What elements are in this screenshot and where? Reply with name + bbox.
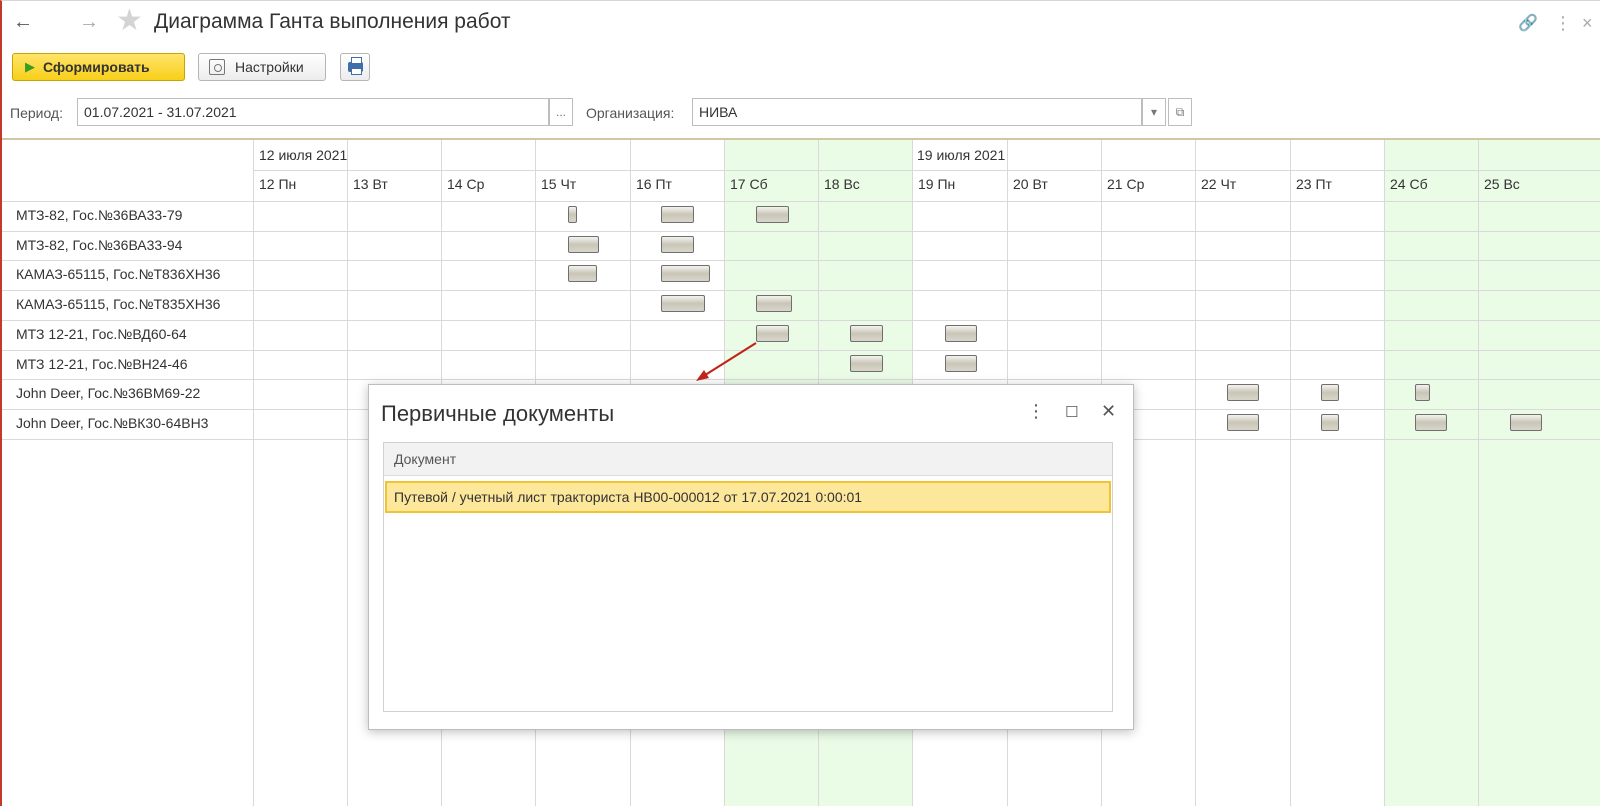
gantt-bar[interactable] [945, 355, 977, 372]
gantt-bar[interactable] [661, 236, 694, 253]
gantt-bar[interactable] [1321, 414, 1339, 431]
close-icon[interactable]: × [1582, 13, 1593, 34]
grid-line [2, 379, 1600, 380]
grid-line [1384, 139, 1385, 806]
app-window: ← → ★ Диаграмма Ганта выполнения работ 🔗… [0, 0, 1600, 806]
settings-icon [209, 59, 225, 75]
vehicle-row-label: МТЗ-82, Гос.№36ВА33-94 [16, 237, 183, 253]
gantt-bar[interactable] [1415, 414, 1447, 431]
gantt-bar[interactable] [756, 325, 789, 342]
gantt-bar[interactable] [661, 295, 705, 312]
grid-line [2, 320, 1600, 321]
organization-field[interactable]: НИВА [692, 98, 1142, 126]
gantt-bar[interactable] [756, 206, 789, 223]
link-icon[interactable]: 🔗 [1518, 13, 1538, 33]
page-title: Диаграмма Ганта выполнения работ [154, 10, 511, 33]
period-select-button[interactable]: ... [549, 98, 573, 126]
day-header: 16 Пт [636, 176, 672, 192]
organization-label: Организация: [586, 105, 675, 121]
gantt-bar[interactable] [945, 325, 977, 342]
generate-button-label: Сформировать [43, 59, 150, 75]
vehicle-row-label: МТЗ 12-21, Гос.№ВН24-46 [16, 356, 188, 372]
forward-icon[interactable]: → [78, 10, 100, 34]
day-header: 24 Сб [1390, 176, 1428, 192]
day-header: 23 Пт [1296, 176, 1332, 192]
gantt-bar[interactable] [756, 295, 792, 312]
grid-line [2, 201, 1600, 202]
week-header: 19 июля 2021 [917, 147, 1006, 163]
table-row[interactable]: Путевой / учетный лист тракториста НВ00-… [385, 481, 1111, 513]
grid-line [2, 260, 1600, 261]
gantt-bar[interactable] [568, 265, 597, 282]
dialog-close-icon[interactable]: ✕ [1101, 401, 1116, 422]
favorite-star-icon[interactable]: ★ [116, 6, 143, 36]
day-header: 21 Ср [1107, 176, 1145, 192]
day-header: 15 Чт [541, 176, 577, 192]
organization-open-icon[interactable]: ⧉ [1168, 98, 1192, 126]
column-header-document[interactable]: Документ [384, 443, 1112, 476]
vehicle-row-label: John Deer, Гос.№ВК30-64ВН3 [16, 415, 209, 431]
grid-line [1290, 139, 1291, 806]
printer-icon [348, 57, 363, 75]
vehicle-row-label: КАМАЗ-65115, Гос.№Т836ХН36 [16, 266, 221, 282]
vehicle-row-label: МТЗ 12-21, Гос.№ВД60-64 [16, 326, 187, 342]
grid-line [2, 290, 1600, 291]
back-icon[interactable]: ← [12, 10, 34, 34]
period-label: Период: [10, 105, 63, 121]
gantt-bar[interactable] [568, 236, 599, 253]
grid-line [2, 350, 1600, 351]
play-icon: ▶ [25, 59, 35, 74]
gantt-bar[interactable] [1227, 384, 1259, 401]
documents-table: Документ Путевой / учетный лист трактори… [383, 442, 1113, 712]
gantt-bar[interactable] [661, 206, 694, 223]
grid-line [253, 170, 1600, 171]
gantt-bar[interactable] [850, 325, 883, 342]
gantt-bar[interactable] [1321, 384, 1339, 401]
day-header: 13 Вт [353, 176, 388, 192]
day-header: 19 Пн [918, 176, 956, 192]
gantt-bar[interactable] [661, 265, 710, 282]
pointer-arrow-icon [696, 342, 757, 381]
settings-button-label: Настройки [235, 59, 304, 75]
week-header: 12 июля 2021 [259, 147, 348, 163]
grid-line [2, 139, 1600, 140]
day-header: 18 Вс [824, 176, 860, 192]
grid-line [1195, 139, 1196, 806]
grid-line [2, 231, 1600, 232]
gantt-bar[interactable] [1227, 414, 1259, 431]
print-button[interactable] [340, 53, 370, 81]
day-header: 12 Пн [259, 176, 297, 192]
gantt-bar[interactable] [1415, 384, 1430, 401]
gantt-bar[interactable] [1510, 414, 1542, 431]
gantt-bar[interactable] [568, 206, 577, 223]
primary-documents-dialog: Первичные документы ⋮ ☐ ✕ Документ Путев… [368, 384, 1134, 730]
weekend-column [1478, 139, 1600, 806]
period-field[interactable]: 01.07.2021 - 31.07.2021 [77, 98, 549, 126]
day-header: 25 Вс [1484, 176, 1520, 192]
grid-line [1478, 139, 1479, 806]
dialog-maximize-icon[interactable]: ☐ [1065, 403, 1078, 421]
day-header: 20 Вт [1013, 176, 1048, 192]
day-header: 14 Ср [447, 176, 485, 192]
grid-line [347, 139, 348, 806]
generate-button[interactable]: ▶ Сформировать [12, 53, 185, 81]
organization-dropdown-icon[interactable]: ▾ [1142, 98, 1166, 126]
day-header: 22 Чт [1201, 176, 1237, 192]
title-bar: ← → ★ Диаграмма Ганта выполнения работ 🔗… [2, 1, 1600, 45]
vehicle-row-label: John Deer, Гос.№36ВМ69-22 [16, 385, 201, 401]
dialog-menu-icon[interactable]: ⋮ [1027, 401, 1045, 422]
settings-button[interactable]: Настройки [198, 53, 326, 81]
gantt-bar[interactable] [850, 355, 883, 372]
grid-line [253, 139, 254, 806]
vehicle-row-label: КАМАЗ-65115, Гос.№Т835ХН36 [16, 296, 221, 312]
vehicle-row-label: МТЗ-82, Гос.№36ВА33-79 [16, 207, 183, 223]
dialog-title: Первичные документы [381, 401, 615, 426]
weekend-column [1384, 139, 1478, 806]
day-header: 17 Сб [730, 176, 768, 192]
more-menu-icon[interactable]: ⋮ [1554, 13, 1572, 34]
